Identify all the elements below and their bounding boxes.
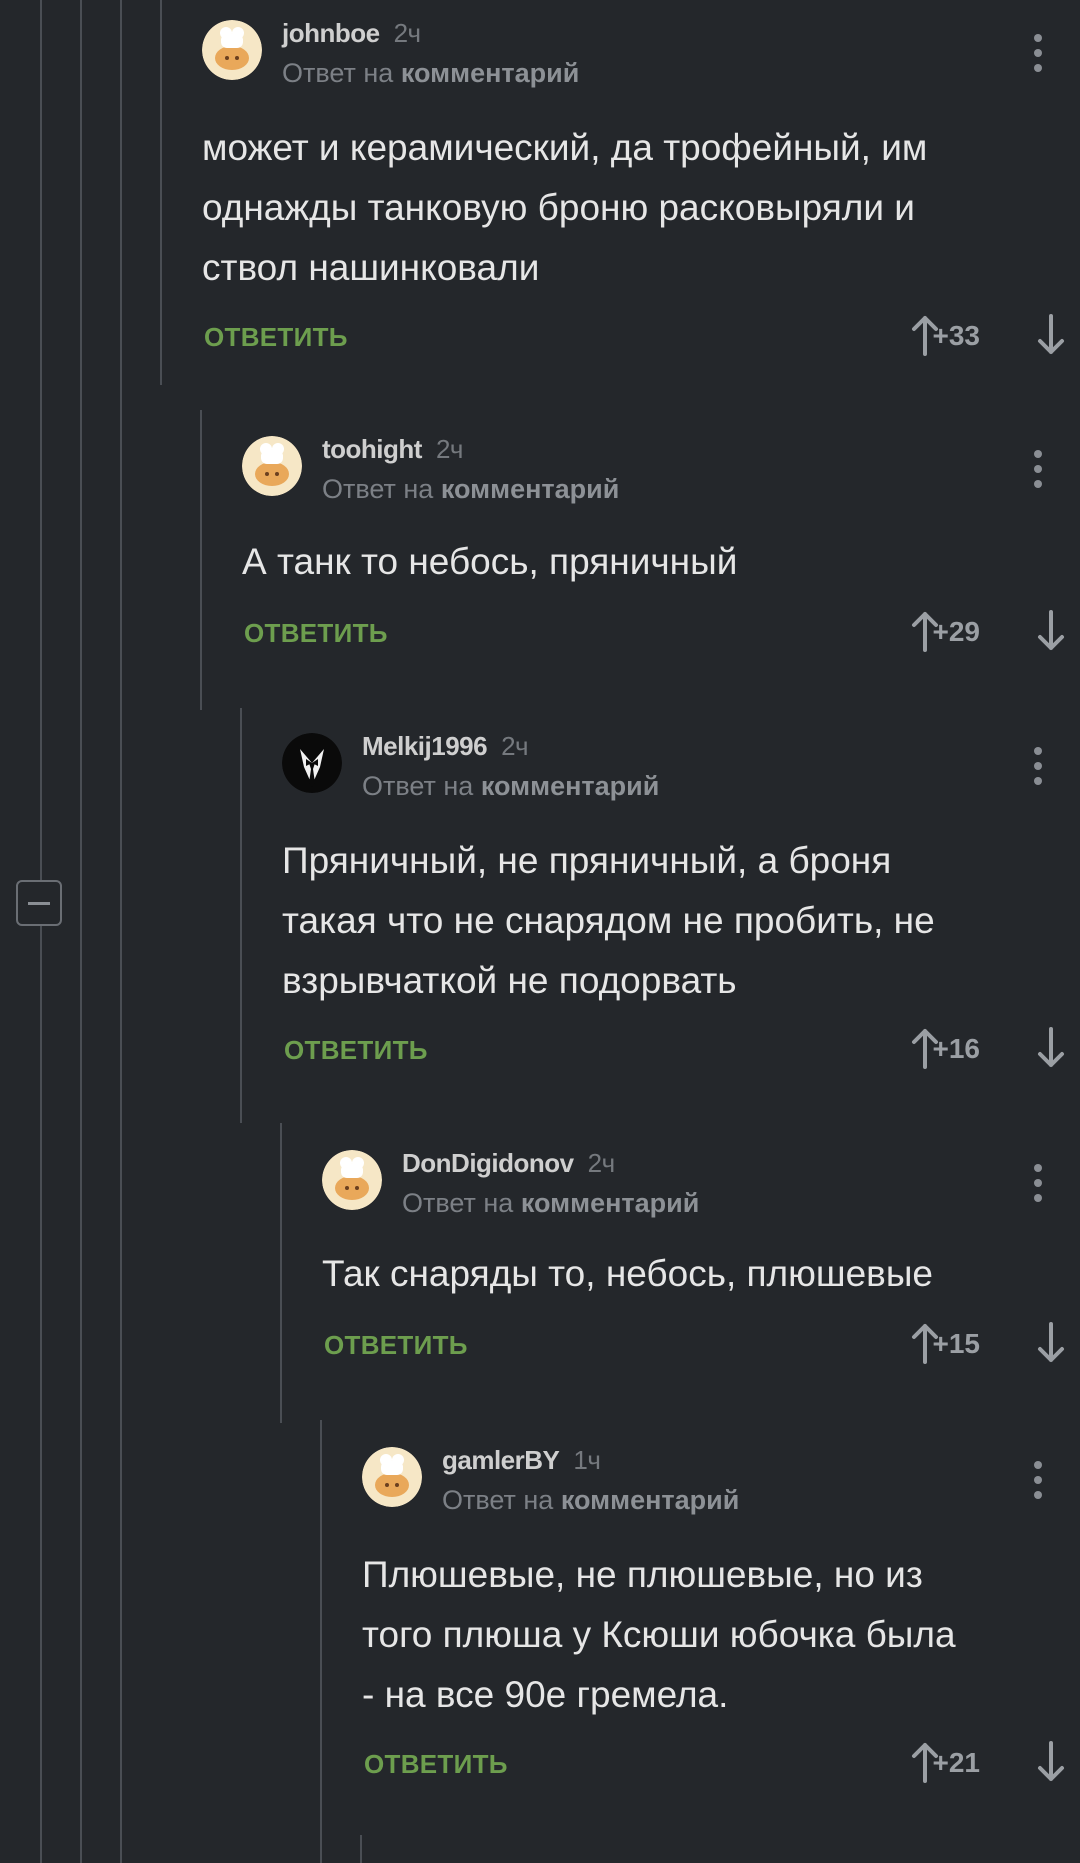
chef-avatar-icon[interactable] [322,1150,382,1210]
comment: Melkij1996 2ч Ответ на комментарий Прянич… [282,713,1080,1123]
thread-line [240,708,242,1123]
vote-score: +33 [932,320,981,351]
more-options-icon[interactable] [1034,450,1042,488]
comment-text: может и керамический, да трофейный, им о… [202,118,927,298]
chef-avatar-icon[interactable] [202,20,262,80]
reply-button[interactable]: ОТВЕТИТЬ [324,1330,468,1361]
username-text[interactable]: DonDigidonov [402,1148,574,1178]
reply-target-link[interactable]: комментарий [401,58,580,88]
chef-avatar-icon[interactable] [362,1447,422,1507]
comment-text: Плюшевые, не плюшевые, но из того плюша … [362,1545,956,1725]
reply-button[interactable]: ОТВЕТИТЬ [244,618,388,649]
reply-prefix: Ответ на [402,1188,514,1218]
reply-prefix: Ответ на [282,58,394,88]
more-options-icon[interactable] [1034,747,1042,785]
reply-to-label: Ответ на комментарий [282,58,579,89]
reply-prefix: Ответ на [362,771,474,801]
reply-button[interactable]: ОТВЕТИТЬ [364,1749,508,1780]
vote-score: +16 [932,1033,981,1064]
comment-time: 2ч [435,434,464,464]
reply-to-label: Ответ на комментарий [402,1188,699,1219]
comment: gamlerBY 1ч Ответ на комментарий Плюшевые… [362,1427,1080,1847]
comment: toohight 2ч Ответ на комментарий А танк т… [242,416,1080,706]
downvote-arrow-icon[interactable] [1036,1741,1066,1783]
text-line: однажды танковую броню расковыряли и [202,187,915,228]
text-line: Так снаряды то, небось, плюшевые [322,1253,933,1294]
text-line: может и керамический, да трофейный, им [202,127,928,168]
text-line: того плюша у Ксюши юбочка была [362,1614,956,1655]
thread-line [120,0,122,1863]
comment-author[interactable]: johnboe 2ч [282,18,421,49]
comment-time: 1ч [573,1445,601,1475]
downvote-arrow-icon[interactable] [1036,1322,1066,1364]
thread-line [280,1123,282,1423]
more-options-icon[interactable] [1034,1164,1042,1202]
comment-text: Так снаряды то, небось, плюшевые [322,1244,933,1304]
downvote-arrow-icon[interactable] [1036,610,1066,652]
comment-text: Пряничный, не пряничный, а броня такая ч… [282,831,935,1011]
thread-line [40,0,42,1863]
text-line: такая что не снарядом не пробить, не [282,900,935,941]
reply-prefix: Ответ на [442,1485,554,1515]
reply-to-label: Ответ на комментарий [362,771,659,802]
comment-author[interactable]: Melkij1996 2ч [362,731,529,762]
reply-button[interactable]: ОТВЕТИТЬ [204,322,348,353]
comment-author[interactable]: gamlerBY 1ч [442,1445,601,1476]
username-text[interactable]: Melkij1996 [362,731,488,761]
username-text[interactable]: gamlerBY [442,1445,560,1475]
text-line: ствол нашинковали [202,247,540,288]
thread-line [160,0,162,385]
more-options-icon[interactable] [1034,34,1042,72]
vote-score: +21 [932,1747,981,1778]
comment-author[interactable]: toohight 2ч [322,434,463,465]
reply-target-link[interactable]: комментарий [561,1485,740,1515]
comment: DonDigidonov 2ч Ответ на комментарий Так … [322,1130,1080,1420]
reply-prefix: Ответ на [322,474,434,504]
vote-score: +15 [932,1328,981,1359]
text-line: А танк то небось, пряничный [242,541,738,582]
text-line: Плюшевые, не плюшевые, но из [362,1554,923,1595]
comment: johnboe 2ч Ответ на комментарий может и к… [202,0,1080,360]
suit-avatar-icon[interactable] [282,733,342,793]
thread-line [80,0,82,1863]
reply-target-link[interactable]: комментарий [521,1188,700,1218]
text-line: Пряничный, не пряничный, а броня [282,840,892,881]
comment-time: 2ч [587,1148,616,1178]
reply-target-link[interactable]: комментарий [481,771,660,801]
reply-target-link[interactable]: комментарий [441,474,620,504]
reply-to-label: Ответ на комментарий [322,474,619,505]
thread-line [320,1420,322,1863]
reply-button[interactable]: ОТВЕТИТЬ [284,1035,428,1066]
downvote-arrow-icon[interactable] [1036,314,1066,356]
thread-line [200,410,202,710]
comment-time: 2ч [393,18,422,48]
comment-text: А танк то небось, пряничный [242,532,737,592]
chef-avatar-icon[interactable] [242,436,302,496]
text-line: взрывчаткой не подорвать [282,960,737,1001]
username-text[interactable]: johnboe [282,18,380,48]
text-line: - на все 90е гремела. [362,1674,729,1715]
collapse-thread-button[interactable] [16,880,62,926]
username-text[interactable]: toohight [322,434,422,464]
more-options-icon[interactable] [1034,1461,1042,1499]
downvote-arrow-icon[interactable] [1036,1027,1066,1069]
comment-time: 2ч [501,731,529,761]
vote-score: +29 [932,616,981,647]
reply-to-label: Ответ на комментарий [442,1485,739,1516]
comment-author[interactable]: DonDigidonov 2ч [402,1148,615,1179]
